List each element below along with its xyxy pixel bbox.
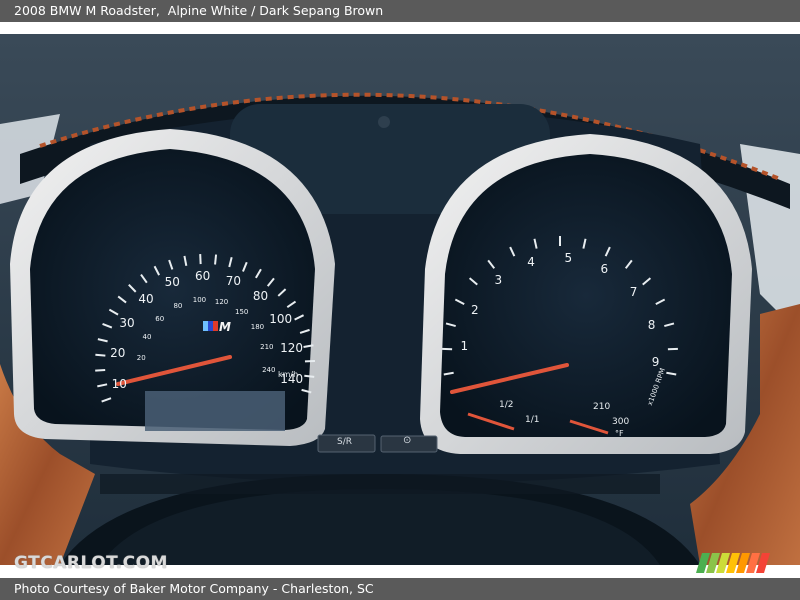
- clock-button-icon[interactable]: ⊙: [403, 435, 411, 446]
- tach-label-6: 7: [629, 285, 638, 300]
- speedo-inner-label-6: 150: [235, 307, 249, 316]
- speedo-inner-label-9: 240: [262, 365, 276, 374]
- speedo-tick-3: [95, 353, 106, 357]
- fuel-half-label: 1/2: [499, 400, 514, 410]
- temp-300-label: 300: [612, 417, 630, 427]
- watermark: GTCARLOT.COM: [14, 553, 168, 573]
- speedo-label-1: 20: [110, 345, 126, 360]
- speedo-inner-label-7: 180: [250, 323, 265, 332]
- speedo-label-7: 80: [252, 288, 269, 303]
- speedo-inner-label-1: 40: [142, 332, 152, 341]
- speedo-inner-label-4: 100: [192, 296, 207, 305]
- speedo-label-2: 30: [119, 316, 135, 331]
- tach-label-3: 4: [527, 255, 535, 270]
- speedo-inner-label-5: 120: [214, 298, 229, 307]
- credit-bar: Photo Courtesy of Baker Motor Company - …: [0, 578, 800, 600]
- title-bar: 2008 BMW M Roadster, Alpine White / Dark…: [0, 0, 800, 22]
- tach-label-2: 3: [494, 273, 503, 288]
- stripes-logo-icon: [696, 553, 770, 573]
- sr-button-label[interactable]: S/R: [337, 437, 352, 447]
- speedo-tick-14: [214, 254, 218, 265]
- tach-label-7: 8: [647, 318, 656, 333]
- speedo-inner-label-2: 60: [155, 314, 165, 323]
- speedo-label-6: 70: [225, 273, 241, 288]
- tach-label-4: 5: [564, 251, 573, 266]
- photo-credit: Photo Courtesy of Baker Motor Company - …: [14, 581, 374, 596]
- speedo-inner-label-0: 20: [136, 354, 146, 363]
- tach-label-0: 1: [460, 338, 469, 353]
- tachometer-gauge: [420, 134, 752, 454]
- dashboard-photo: M 10 20 30 40 50 60 70 80 100 120 140 20 40 60 80 100 12…: [0, 34, 800, 565]
- speed-unit-label: km/h: [278, 370, 299, 379]
- temp-210-label: 210: [593, 402, 611, 412]
- speedo-inner-label-8: 210: [260, 343, 274, 352]
- tach-label-1: 2: [471, 302, 479, 317]
- speedo-label-9: 120: [280, 341, 304, 356]
- speedo-tick-25: [304, 374, 315, 378]
- speedo-label-5: 60: [195, 269, 211, 284]
- speedo-label-3: 40: [138, 291, 154, 306]
- speedo-inner-label-3: 80: [173, 301, 183, 310]
- speedo-label-4: 50: [164, 275, 180, 290]
- page-title: 2008 BMW M Roadster, Alpine White / Dark…: [14, 3, 384, 18]
- fuel-full-label: 1/1: [525, 415, 540, 425]
- speedo-tick-2: [95, 369, 106, 372]
- svg-text:M: M: [219, 320, 231, 334]
- speedo-label-8: 100: [269, 312, 293, 327]
- speedo-label-0: 10: [111, 376, 127, 391]
- tach-label-5: 6: [600, 261, 609, 276]
- temp-unit-label: °F: [615, 429, 624, 438]
